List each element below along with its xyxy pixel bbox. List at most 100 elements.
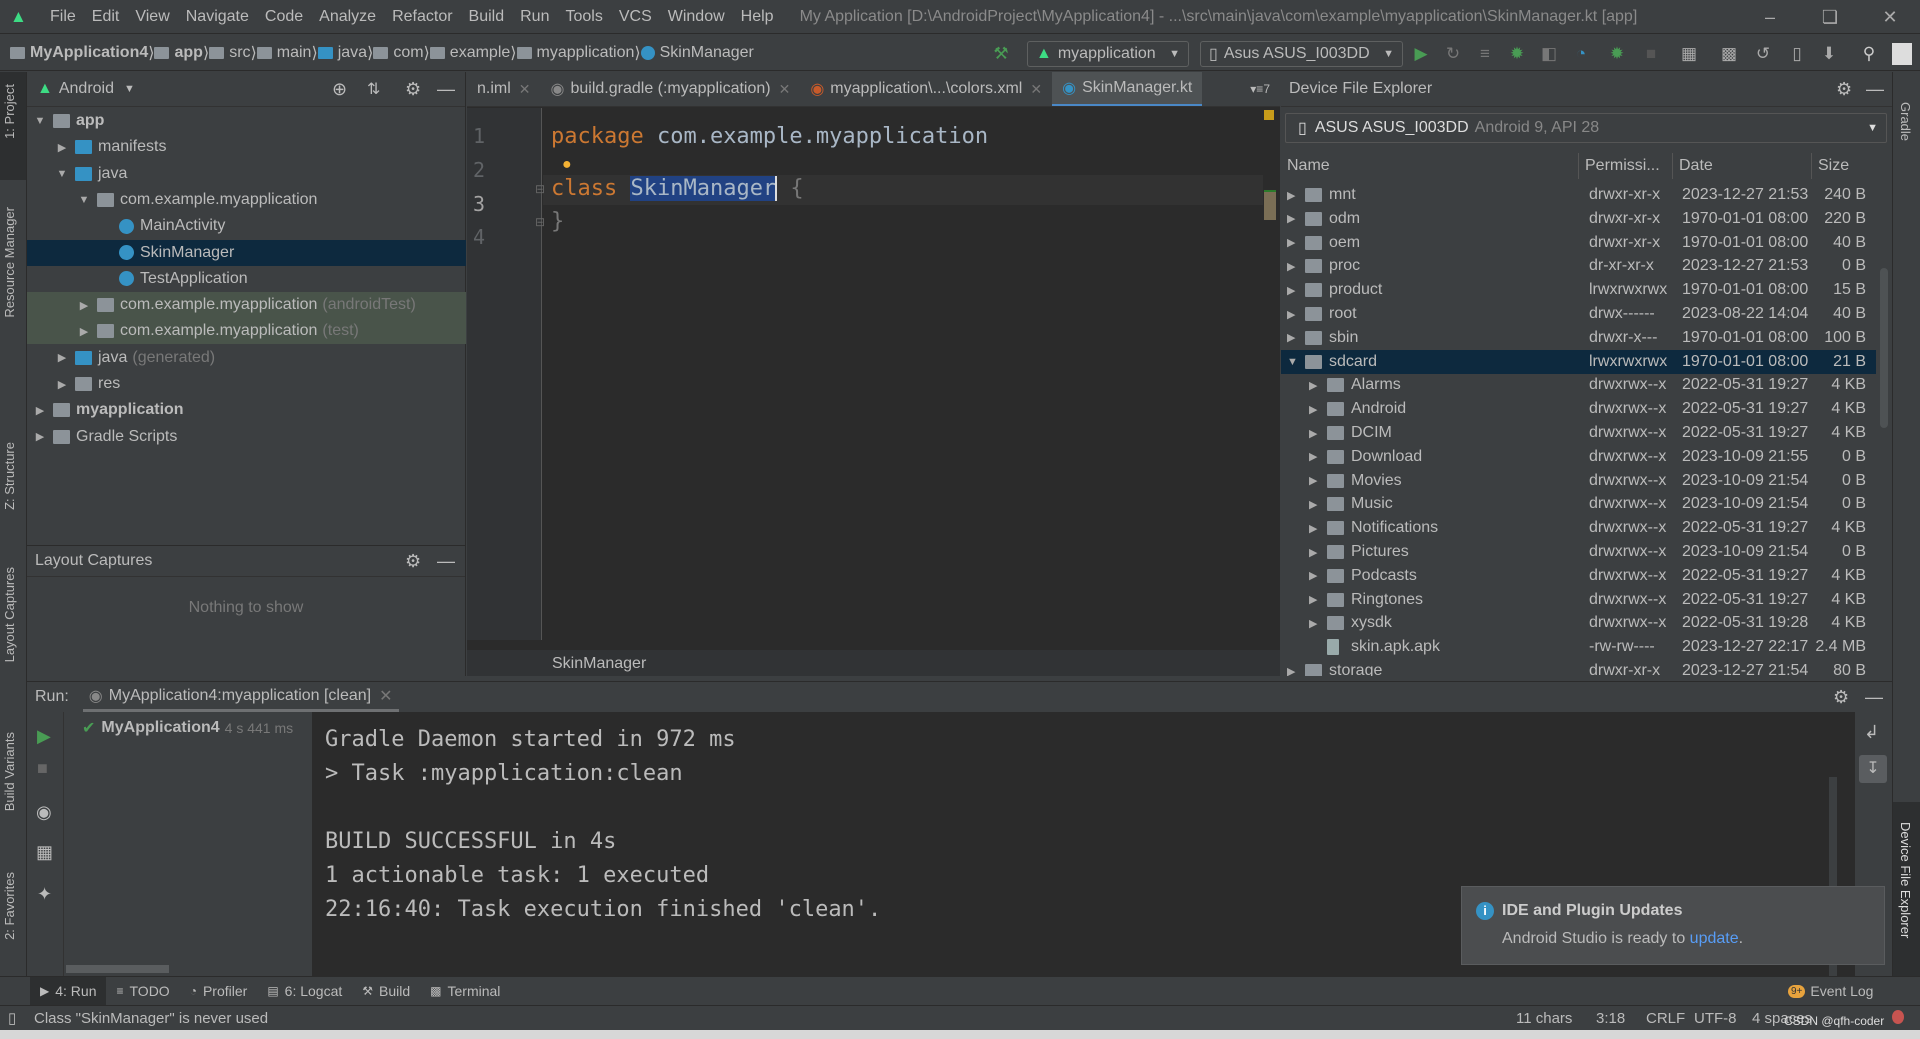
chevron-right-icon[interactable]: ▶ — [1309, 427, 1317, 440]
menu-build[interactable]: Build — [461, 8, 513, 26]
chevron-right-icon[interactable]: ▶ — [77, 325, 91, 338]
tab-structure[interactable]: Z: Structure — [2, 442, 17, 510]
code-line-3[interactable]: class SkinManager { — [551, 176, 804, 201]
breadcrumb-item[interactable]: app — [154, 43, 203, 63]
tree-item[interactable]: ▶ res — [27, 371, 466, 397]
gear-icon[interactable]: ⚙ — [1836, 79, 1852, 100]
run-tree-item[interactable]: ✔ MyApplication4 4 s 441 ms — [82, 718, 293, 738]
tree-item[interactable]: ▶ Gradle Scripts — [27, 424, 466, 450]
tab-favorites[interactable]: 2: Favorites — [2, 872, 17, 940]
code-line-4[interactable]: } — [551, 209, 564, 234]
tree-item[interactable]: MainActivity — [27, 213, 466, 239]
eye-icon[interactable]: ◉ — [36, 802, 52, 823]
chevron-right-icon[interactable]: ▶ — [1309, 379, 1317, 392]
breadcrumb-item[interactable]: src — [209, 43, 251, 63]
attach-process-icon[interactable]: ✹ — [1606, 43, 1628, 65]
menu-window[interactable]: Window — [660, 8, 733, 26]
tree-item[interactable]: ▼ java — [27, 161, 466, 187]
editor-tab[interactable]: n.iml ✕ — [467, 72, 541, 106]
tab-gradle[interactable]: Gradle — [1898, 102, 1913, 141]
event-log-button[interactable]: 9+ Event Log — [1788, 983, 1873, 999]
menu-vcs[interactable]: VCS — [611, 8, 660, 26]
search-icon[interactable]: ⚲ — [1858, 43, 1880, 65]
breadcrumb-item[interactable]: myapplication — [516, 43, 634, 63]
file-row[interactable]: ▶ proc dr-xr-xr-x 2023-12-27 21:53 0 B — [1281, 254, 1876, 278]
file-row[interactable]: ▶ Alarms drwxrwx--x 2022-05-31 19:27 4 KB — [1281, 373, 1876, 397]
status-line-separator[interactable]: CRLF — [1646, 1010, 1685, 1027]
status-encoding[interactable]: UTF-8 — [1694, 1010, 1737, 1027]
tree-item[interactable]: ▶ myapplication — [27, 397, 466, 423]
stop-icon[interactable]: ■ — [37, 758, 48, 779]
hide-icon[interactable]: — — [1866, 79, 1884, 100]
tree-item[interactable]: ▼ app — [27, 108, 466, 134]
debug-icon[interactable]: ✹ — [1506, 43, 1528, 65]
chevron-right-icon[interactable]: ▶ — [1287, 284, 1295, 297]
locate-icon[interactable]: ⊕ — [332, 79, 347, 100]
maximize-button[interactable]: ❏ — [1800, 0, 1860, 34]
tree-item[interactable]: TestApplication — [27, 266, 466, 292]
chevron-right-icon[interactable]: ▶ — [55, 378, 69, 391]
col-date[interactable]: Date — [1673, 153, 1812, 179]
tab-layout-captures[interactable]: Layout Captures — [2, 567, 17, 662]
file-row[interactable]: ▶ Music drwxrwx--x 2023-10-09 21:54 0 B — [1281, 492, 1876, 516]
file-row[interactable]: ▶ Ringtones drwxrwx--x 2022-05-31 19:27 4 KB — [1281, 588, 1876, 612]
file-row[interactable]: ▶ mnt drwxr-xr-x 2023-12-27 21:53 240 B — [1281, 183, 1876, 207]
chevron-right-icon[interactable]: ▶ — [1287, 308, 1295, 321]
close-icon[interactable]: ✕ — [1030, 81, 1042, 98]
chevron-right-icon[interactable]: ▶ — [33, 404, 47, 417]
tree-item[interactable]: ▶ manifests — [27, 134, 466, 160]
breadcrumb-item[interactable]: main — [256, 43, 311, 63]
gear-icon[interactable]: ⚙ — [1833, 687, 1849, 708]
tab-resource-manager[interactable]: Resource Manager — [2, 207, 17, 318]
close-icon[interactable]: ✕ — [379, 686, 392, 706]
tab-device-file-explorer[interactable]: Device File Explorer — [1898, 822, 1913, 938]
tree-item[interactable]: ▼ com.example.myapplication — [27, 187, 466, 213]
menu-help[interactable]: Help — [733, 8, 782, 26]
tool-button-terminal[interactable]: ▩ Terminal — [420, 977, 510, 1006]
avatar[interactable] — [1892, 43, 1912, 65]
breadcrumb-item[interactable]: java — [317, 43, 367, 63]
tool-button-todo[interactable]: ≡ TODO — [106, 977, 179, 1006]
fold-icon[interactable]: ⊟ — [535, 215, 545, 229]
status-toggle-icon[interactable]: ▯ — [8, 1009, 16, 1027]
stop-icon[interactable]: ■ — [1640, 43, 1662, 65]
device-selector[interactable]: ▯ ASUS ASUS_I003DD Android 9, API 28 ▼ — [1285, 113, 1887, 143]
layout-icon[interactable]: ▦ — [36, 842, 53, 863]
tool-button-profiler[interactable]: ◔ Profiler — [180, 977, 258, 1006]
chevron-right-icon[interactable]: ▶ — [1287, 665, 1295, 677]
menu-analyze[interactable]: Analyze — [311, 8, 384, 26]
breadcrumb-item[interactable]: example — [429, 43, 510, 63]
menu-tools[interactable]: Tools — [557, 8, 610, 26]
menu-navigate[interactable]: Navigate — [178, 8, 257, 26]
tree-item[interactable]: SkinManager — [27, 239, 466, 266]
chevron-right-icon[interactable]: ▶ — [1287, 189, 1295, 202]
chevron-down-icon[interactable]: ▼ — [124, 83, 135, 95]
project-view-selector[interactable]: Android — [59, 80, 114, 98]
sync-gradle-icon[interactable]: ↺ — [1752, 43, 1774, 65]
editor-tab[interactable]: ◉ SkinManager.kt — [1052, 72, 1203, 106]
tree-item[interactable]: ▶ com.example.myapplication (androidTest) — [27, 292, 466, 319]
chevron-right-icon[interactable]: ▶ — [55, 141, 69, 154]
menu-run[interactable]: Run — [512, 8, 557, 26]
soft-wrap-icon[interactable]: ↲ — [1864, 722, 1879, 743]
update-link[interactable]: update — [1690, 930, 1739, 947]
hide-icon[interactable]: — — [437, 79, 455, 100]
file-row[interactable]: ▼ sdcard lrwxrwxrwx 1970-01-01 08:00 21 B — [1281, 349, 1876, 374]
file-row[interactable]: ▶ oem drwxr-xr-x 1970-01-01 08:00 40 B — [1281, 231, 1876, 255]
apply-code-changes-icon[interactable]: ≡ — [1474, 43, 1496, 65]
status-position[interactable]: 3:18 — [1596, 1010, 1625, 1027]
chevron-right-icon[interactable]: ▶ — [1309, 593, 1317, 606]
update-notification[interactable]: i IDE and Plugin Updates Android Studio … — [1461, 886, 1885, 965]
col-name[interactable]: Name — [1281, 153, 1579, 179]
chevron-right-icon[interactable]: ▶ — [1309, 617, 1317, 630]
chevron-right-icon[interactable]: ▶ — [1309, 474, 1317, 487]
hide-icon[interactable]: — — [1865, 687, 1883, 708]
file-row[interactable]: ▶ root drwx------ 2023-08-22 14:04 40 B — [1281, 302, 1876, 326]
menu-view[interactable]: View — [127, 8, 177, 26]
rerun-icon[interactable]: ▶ — [37, 726, 51, 747]
scroll-to-end-icon[interactable]: ↧ — [1859, 755, 1887, 783]
chevron-down-icon[interactable]: ▼ — [77, 194, 91, 206]
attach-debugger-icon[interactable]: ◧ — [1538, 43, 1560, 65]
code-line-1[interactable]: package com.example.myapplication — [551, 124, 988, 149]
gear-icon[interactable]: ⚙ — [405, 79, 421, 100]
